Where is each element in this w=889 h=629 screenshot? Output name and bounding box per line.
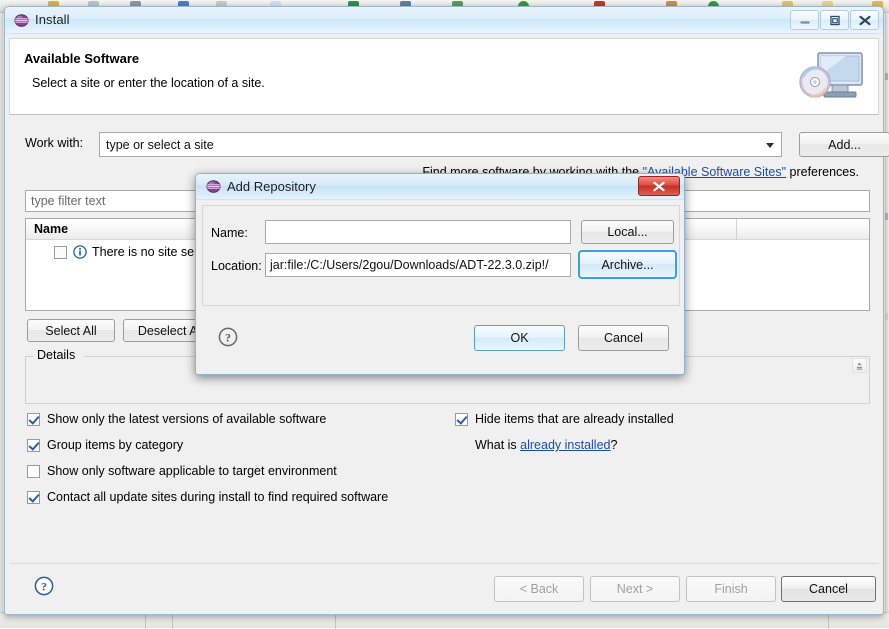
option-group-by-category[interactable]: Group items by category (27, 438, 183, 452)
window-title: Install (35, 12, 70, 27)
eclipse-sphere-icon (14, 13, 29, 28)
back-button[interactable]: < Back (494, 576, 584, 602)
edge-marker (885, 213, 888, 220)
option-label: Show only the latest versions of availab… (47, 412, 327, 426)
option-label: Group items by category (47, 438, 184, 452)
option-hide-already-installed[interactable]: Hide items that are already installed (455, 412, 674, 426)
name-input[interactable] (265, 220, 571, 244)
name-label: Name: (211, 226, 248, 240)
chevron-down-icon[interactable] (766, 143, 774, 148)
status-divider (145, 613, 146, 629)
info-icon (73, 245, 87, 259)
window-controls (789, 10, 879, 30)
already-installed-link[interactable]: already installed (520, 438, 610, 452)
column-divider[interactable] (736, 219, 737, 240)
option-applicable-target-environment[interactable]: Show only software applicable to target … (27, 464, 337, 478)
status-divider (172, 613, 173, 629)
option-show-latest-versions[interactable]: Show only the latest versions of availab… (27, 412, 326, 426)
status-divider (828, 613, 829, 629)
close-icon[interactable] (638, 176, 680, 196)
svg-text:?: ? (41, 580, 47, 594)
local-button[interactable]: Local... (581, 220, 674, 244)
add-site-button[interactable]: Add... (799, 132, 889, 157)
next-button[interactable]: Next > (590, 576, 680, 602)
add-repository-titlebar[interactable]: Add Repository (196, 174, 684, 200)
archive-button[interactable]: Archive... (578, 250, 677, 279)
edge-marker (885, 73, 888, 80)
add-repository-footer: ? OK Cancel (202, 307, 680, 369)
wizard-footer: ? < Back Next > Finish Cancel (10, 564, 879, 610)
what-is-already-installed-text: What is already installed? (475, 438, 617, 452)
help-question-icon[interactable]: ? (218, 327, 238, 347)
wizard-banner: Available Software Select a site or ente… (9, 38, 879, 115)
work-with-combo[interactable]: type or select a site (99, 132, 782, 157)
ok-button[interactable]: OK (474, 325, 565, 351)
checkbox[interactable] (27, 412, 40, 426)
scroll-up-icon[interactable] (852, 358, 867, 373)
page-subtitle: Select a site or enter the location of a… (32, 76, 265, 90)
monitor-disc-icon (796, 49, 870, 111)
work-with-label: Work with: (25, 136, 84, 150)
host-right-edge (885, 13, 889, 613)
work-with-value: type or select a site (106, 137, 214, 152)
window-titlebar[interactable]: Install (5, 7, 883, 34)
option-label: Contact all update sites during install … (47, 490, 389, 504)
checkbox[interactable] (455, 412, 468, 426)
cancel-button[interactable]: Cancel (578, 325, 669, 351)
location-label: Location: (211, 259, 262, 273)
host-left-edge (0, 13, 3, 613)
what-is-suffix: ? (610, 438, 618, 452)
svg-text:?: ? (225, 331, 231, 345)
minimize-button[interactable] (790, 10, 819, 30)
select-all-button[interactable]: Select All (27, 319, 115, 342)
finish-button[interactable]: Finish (686, 576, 776, 602)
tree-column-name[interactable]: Name (34, 222, 68, 236)
close-button[interactable] (850, 10, 879, 30)
group-border-left (25, 356, 33, 357)
add-repository-title: Add Repository (227, 179, 316, 194)
add-repository-dialog: Add Repository Name: Local... Location: … (195, 173, 685, 375)
maximize-button[interactable] (820, 10, 849, 30)
details-legend: Details (33, 348, 80, 362)
edge-marker (885, 313, 888, 320)
add-repository-form: Name: Local... Location: jar:file:/C:/Us… (202, 205, 680, 306)
option-label: Show only software applicable to target … (47, 464, 337, 478)
what-is-prefix: What is (475, 438, 521, 452)
location-input[interactable]: jar:file:/C:/Users/2gou/Downloads/ADT-22… (265, 253, 571, 277)
checkbox[interactable] (27, 490, 40, 504)
location-value: jar:file:/C:/Users/2gou/Downloads/ADT-22… (270, 258, 549, 272)
checkbox[interactable] (27, 438, 40, 452)
cancel-button[interactable]: Cancel (781, 576, 876, 602)
checkbox[interactable] (27, 464, 40, 478)
option-contact-all-update-sites[interactable]: Contact all update sites during install … (27, 490, 388, 504)
page-title: Available Software (24, 51, 140, 66)
eclipse-sphere-icon (206, 179, 221, 194)
help-question-icon[interactable]: ? (34, 576, 54, 596)
tree-row-checkbox[interactable] (54, 245, 67, 259)
work-with-row: Work with: type or select a site Add... (25, 132, 889, 157)
status-divider (335, 613, 336, 629)
option-label: Hide items that are already installed (475, 412, 674, 426)
filter-placeholder: type filter text (31, 194, 106, 208)
find-more-suffix: preferences. (786, 165, 860, 179)
